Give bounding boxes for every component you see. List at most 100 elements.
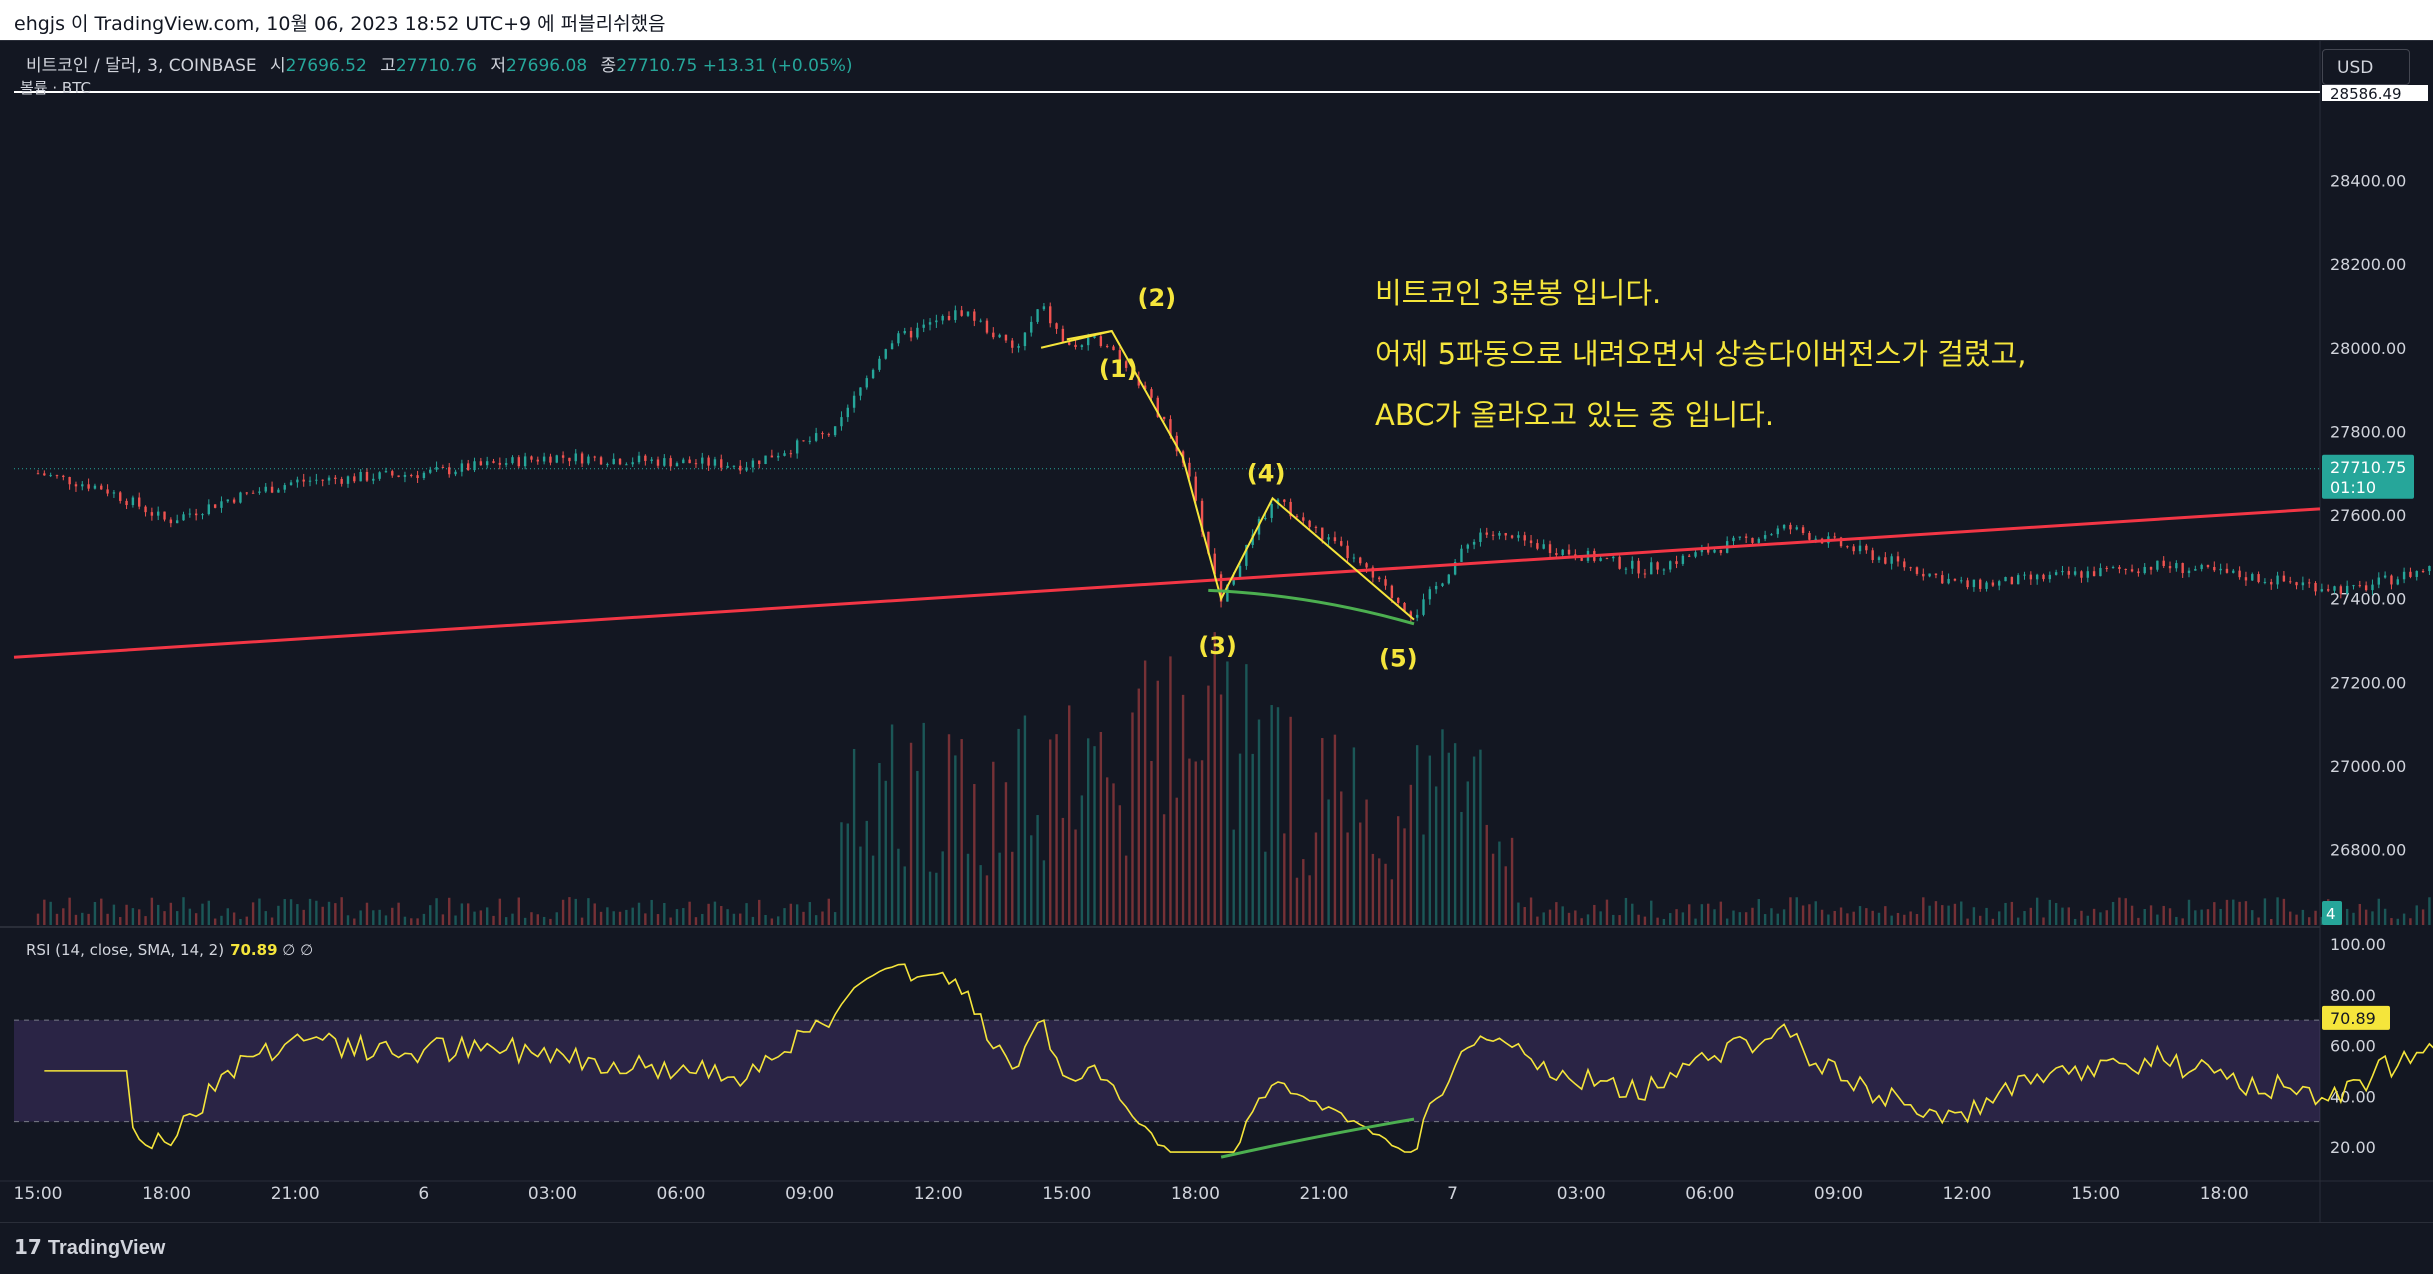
rsi-axis-label: 20.00 (2330, 1138, 2376, 1157)
rsi-value-label: 70.89 (2330, 1009, 2376, 1028)
rsi-legend-value: 70.89 (230, 941, 278, 959)
candle-body (1618, 556, 1621, 569)
candle-body (1656, 562, 1659, 570)
candle-body (2016, 575, 2020, 585)
candle-body (2111, 567, 2115, 569)
volume-bar (2042, 917, 2045, 925)
chart-canvas[interactable]: 26800.0027000.0027200.0027400.0027600.00… (0, 41, 2433, 1223)
volume-bar (2383, 908, 2387, 925)
volume-bar (1751, 907, 1754, 925)
analysis-note-line-1: 비트코인 3분봉 입니다. (1375, 276, 1662, 310)
candle-body (656, 459, 660, 466)
candle-body (1415, 614, 1419, 618)
volume-bar (232, 912, 236, 925)
open-label: 시 (270, 56, 286, 76)
volume-bar (1782, 909, 1786, 925)
candle-body (1770, 534, 1773, 536)
volume-bar (1200, 760, 1204, 925)
volume-bar (1903, 914, 1906, 925)
volume-bar (251, 902, 255, 925)
candle-body (1346, 545, 1349, 559)
candle-body (1422, 599, 1425, 615)
candle-body (574, 453, 577, 462)
volume-bar (359, 910, 362, 925)
time-axis-label: 15:00 (14, 1184, 63, 1204)
volume-bar (884, 780, 887, 925)
volume-bar (1460, 811, 1463, 925)
volume-bar (264, 911, 267, 925)
volume-bar (789, 903, 793, 925)
candle-body (1434, 585, 1438, 590)
volume-bar (1795, 897, 1798, 925)
candle-body (2314, 582, 2317, 592)
volume-bar (606, 907, 609, 925)
volume-bar (1713, 909, 1716, 925)
price-axis-label: 27200.00 (2330, 673, 2406, 692)
volume-bar (460, 903, 464, 925)
candle-body (2345, 585, 2349, 594)
candle-body (2067, 571, 2070, 575)
volume-bar (2048, 899, 2052, 925)
candle-body (1441, 583, 1444, 586)
volume-bar (2415, 905, 2418, 925)
volume-bar (138, 909, 141, 925)
candle-body (1599, 558, 1602, 561)
candle-body (1011, 340, 1014, 348)
volume-bar (2213, 902, 2216, 925)
volume-bar (1536, 916, 1539, 925)
candle-body (941, 315, 944, 321)
candle-body (2004, 577, 2007, 582)
candle-body (315, 479, 318, 481)
candle-body (599, 457, 603, 465)
candle-body (2143, 566, 2146, 574)
time-axis-label: 18:00 (142, 1184, 191, 1204)
candle-body (701, 457, 704, 464)
candle-body (213, 504, 217, 508)
volume-bar (1960, 901, 1963, 925)
volume-bar (1333, 734, 1337, 925)
candle-body (1991, 582, 1995, 586)
volume-bar (43, 899, 46, 925)
candle-body (954, 310, 957, 320)
volume-bar (732, 913, 736, 925)
chart-area[interactable]: 26800.00 27000.00 27200.00 27400.00 27600.00… (0, 40, 2433, 1223)
candle-body (2061, 571, 2064, 573)
volume-bar (1738, 912, 1742, 925)
candle-body (2168, 566, 2172, 569)
candle-body (302, 479, 305, 482)
tradingview-brand[interactable]: 𝟭𝟳 TradingView (14, 1235, 165, 1260)
candle-body (890, 343, 894, 350)
volume-bar (2175, 916, 2178, 925)
rsi-axis-label: 80.00 (2330, 986, 2376, 1005)
volume-tag-label: 4 (2326, 905, 2336, 923)
volume-bar (1567, 912, 1571, 925)
time-axis-label: 09:00 (1814, 1184, 1863, 1204)
volume-bar (2232, 899, 2235, 925)
candle-body (1643, 573, 1647, 575)
volume-bar (1941, 905, 1944, 925)
volume-bar (1770, 908, 1773, 925)
currency-button[interactable]: USD (2322, 49, 2410, 85)
countdown-label: 01:10 (2330, 478, 2376, 497)
volume-bar (675, 909, 679, 925)
volume-bar (1846, 913, 1849, 925)
volume-bar (1700, 904, 1704, 925)
candle-body (625, 464, 628, 466)
candle-body (2251, 574, 2254, 581)
candle-body (1517, 535, 1520, 538)
volume-bar (2295, 914, 2298, 925)
candle-body (365, 471, 369, 481)
volume-bar (1922, 897, 1925, 925)
candle-body (2244, 577, 2248, 581)
volume-bar (637, 902, 641, 925)
volume-bar (1390, 879, 1394, 925)
volume-bar (1422, 834, 1425, 925)
price-divergence-line (1208, 588, 1415, 626)
candle-body (277, 489, 280, 493)
volume-bar (865, 820, 868, 925)
candle-body (479, 461, 483, 466)
volume-bar (897, 848, 900, 925)
candle-body (1966, 580, 1969, 588)
volume-bar (1213, 632, 1216, 925)
volume-bar (1264, 851, 1267, 925)
